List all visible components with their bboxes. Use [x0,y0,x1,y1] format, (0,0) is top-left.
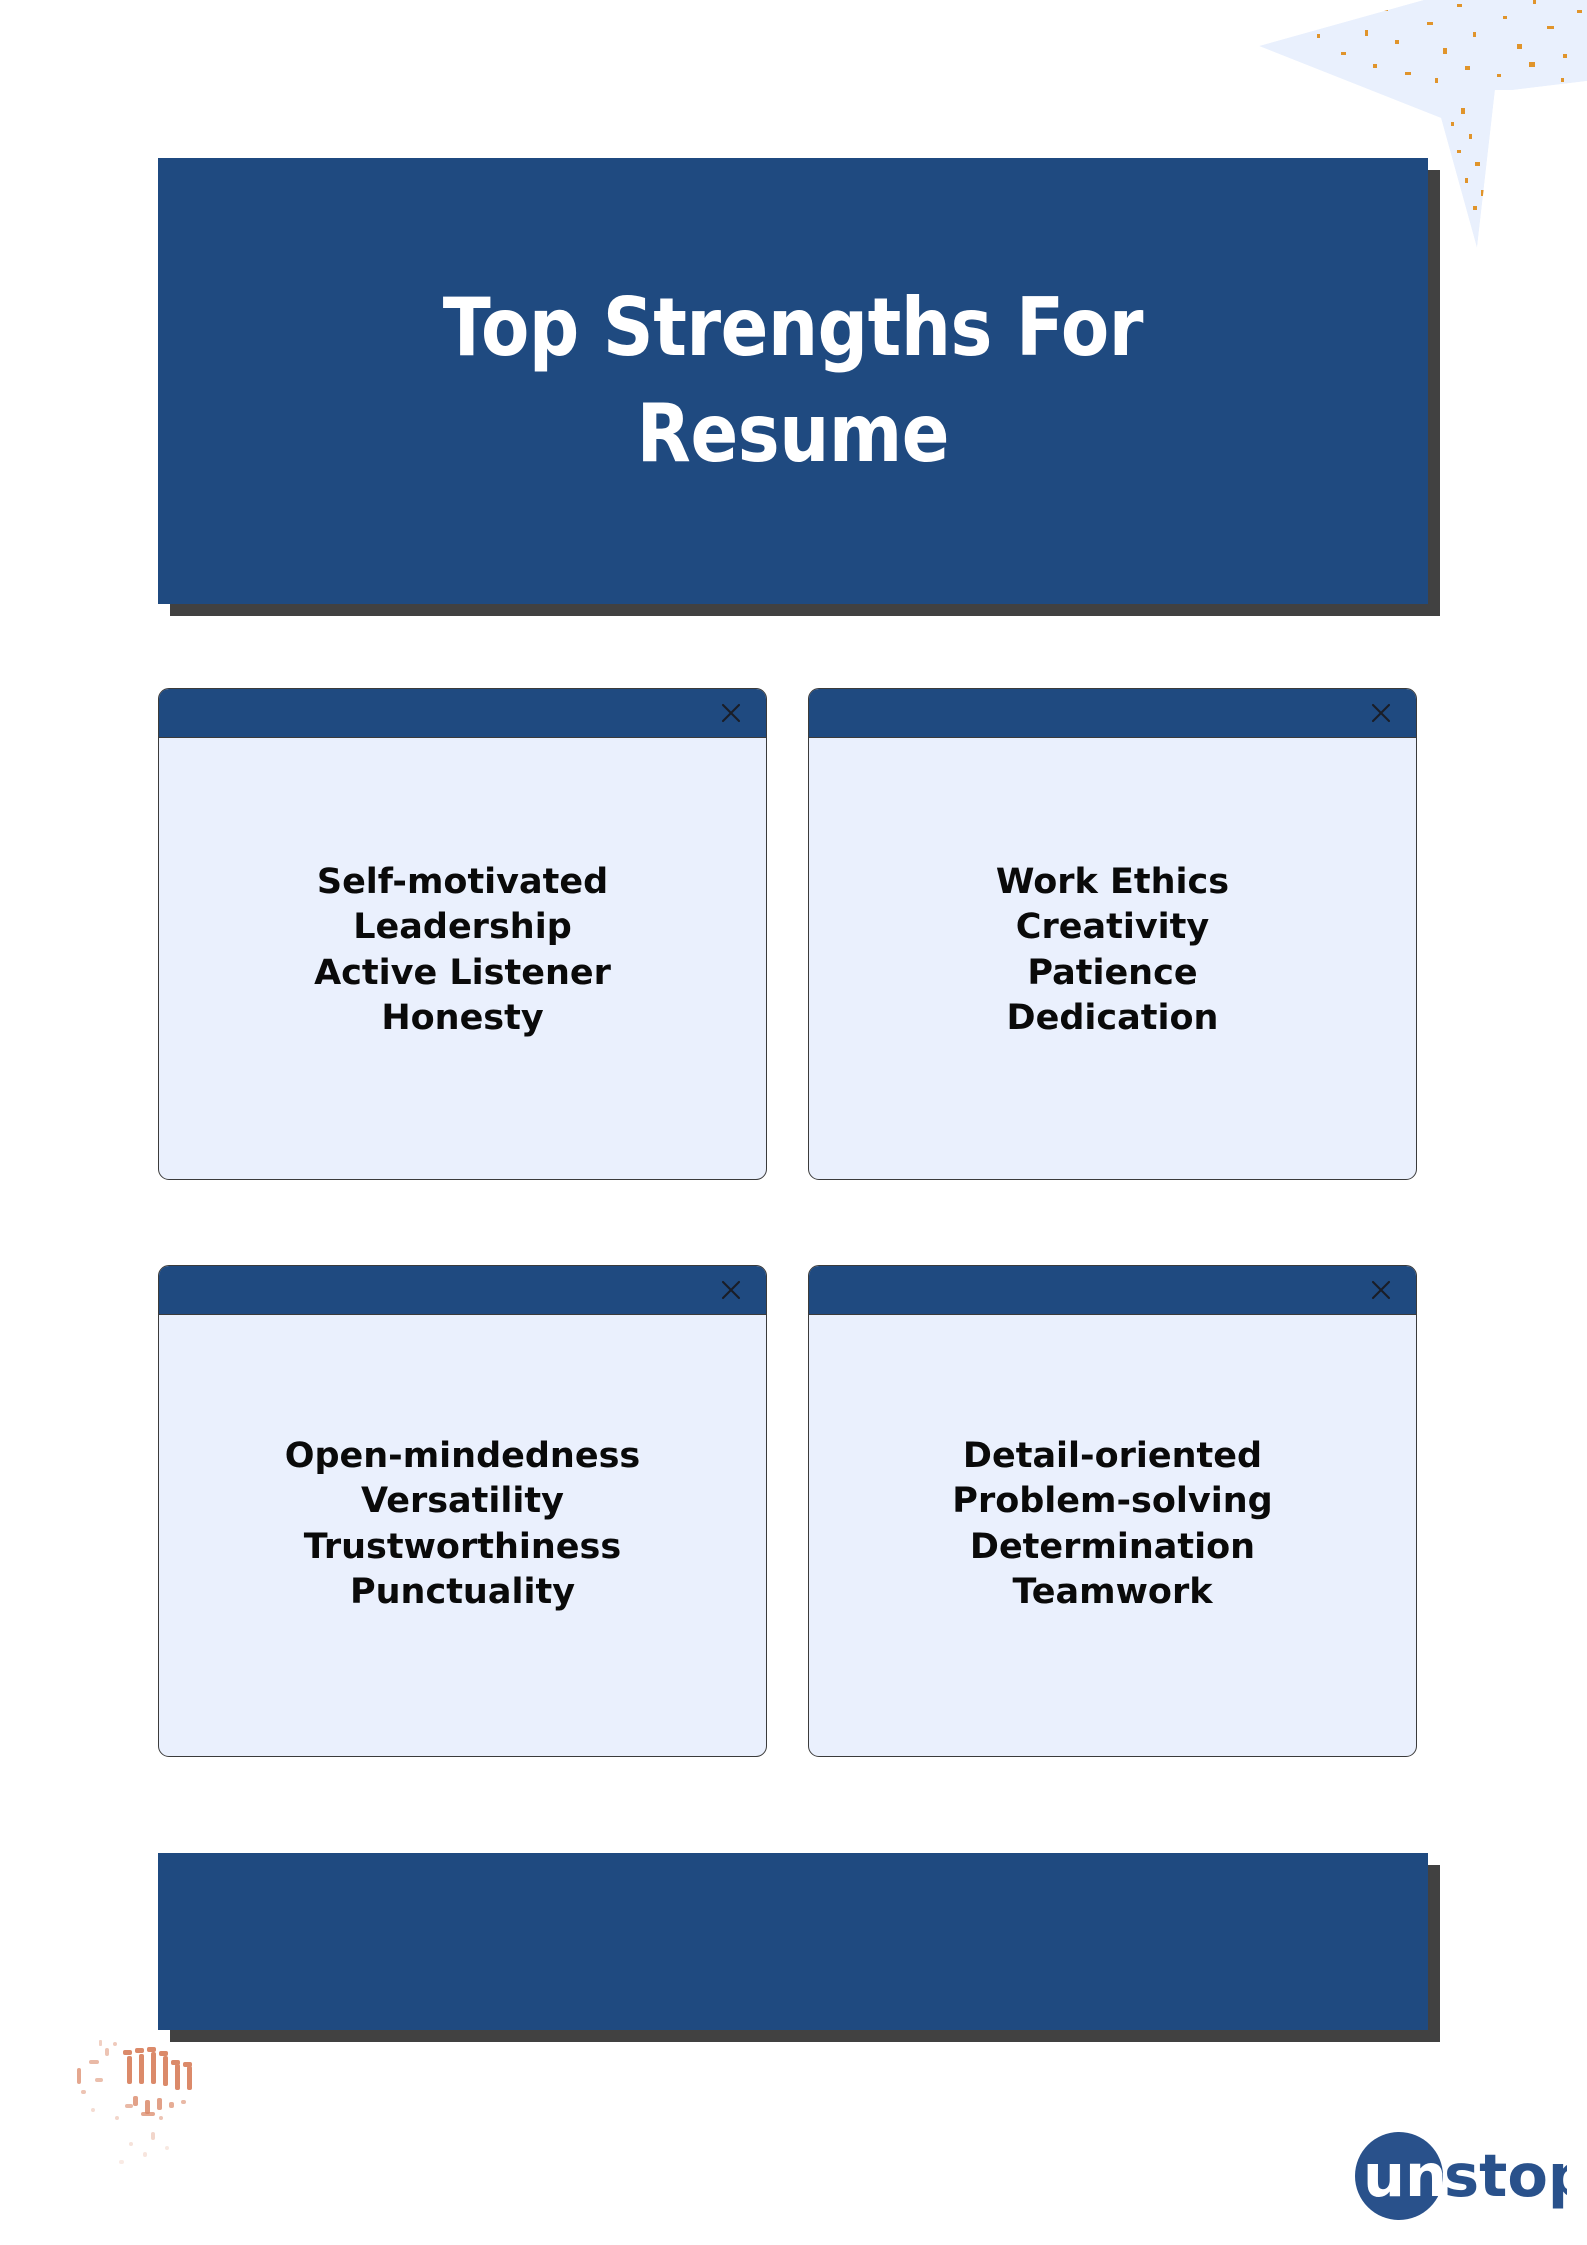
strength-card[interactable]: Open-mindedness Versatility Trustworthin… [158,1265,767,1757]
svg-text:stop: stop [1444,2141,1567,2210]
card-title-bar [809,689,1416,738]
strength-item: Open-mindedness [284,1435,641,1476]
strength-item: Work Ethics [995,861,1230,902]
page-title-banner: Top Strengths For Resume [158,158,1428,604]
card-content: Open-mindedness Versatility Trustworthin… [159,1315,766,1756]
svg-text:un: un [1363,2141,1447,2210]
strength-item: Punctuality [349,1572,576,1612]
strength-item: Honesty [381,998,544,1038]
strength-item: Detail-oriented [962,1435,1263,1476]
strength-item: Problem-solving [952,1481,1273,1521]
strength-item: Trustworthiness [303,1526,622,1567]
strength-item: Leadership [353,907,572,947]
card-content: Detail-oriented Problem-solving Determin… [809,1315,1416,1756]
strength-card[interactable]: Self-motivated Leadership Active Listene… [158,688,767,1180]
speckle-texture [55,2020,255,2200]
card-title-bar [159,1266,766,1315]
unstop-logo: un stop [1341,2124,1567,2228]
unstop-logo-mark: un stop [1355,2132,1567,2220]
card-content: Self-motivated Leadership Active Listene… [159,738,766,1179]
close-icon[interactable] [1368,1277,1394,1303]
card-content: Work Ethics Creativity Patience Dedicati… [809,738,1416,1179]
footer-bar [158,1853,1428,2030]
strength-item: Versatility [361,1481,564,1521]
close-icon[interactable] [718,1277,744,1303]
strength-card[interactable]: Detail-oriented Problem-solving Determin… [808,1265,1417,1757]
close-icon[interactable] [1368,700,1394,726]
strength-item: Self-motivated [316,861,609,902]
strength-card[interactable]: Work Ethics Creativity Patience Dedicati… [808,688,1417,1180]
strength-item: Active Listener [314,952,611,993]
page-title: Top Strengths For Resume [442,281,1144,480]
poster-canvas: Top Strengths For Resume Self-motivated … [0,0,1587,2245]
card-title-bar [809,1266,1416,1315]
strength-item: Creativity [1015,907,1210,947]
strength-item: Dedication [1006,998,1219,1038]
strength-item: Determination [969,1526,1256,1567]
strength-item: Patience [1027,952,1198,993]
strength-item: Teamwork [1012,1572,1213,1612]
card-title-bar [159,689,766,738]
close-icon[interactable] [718,700,744,726]
